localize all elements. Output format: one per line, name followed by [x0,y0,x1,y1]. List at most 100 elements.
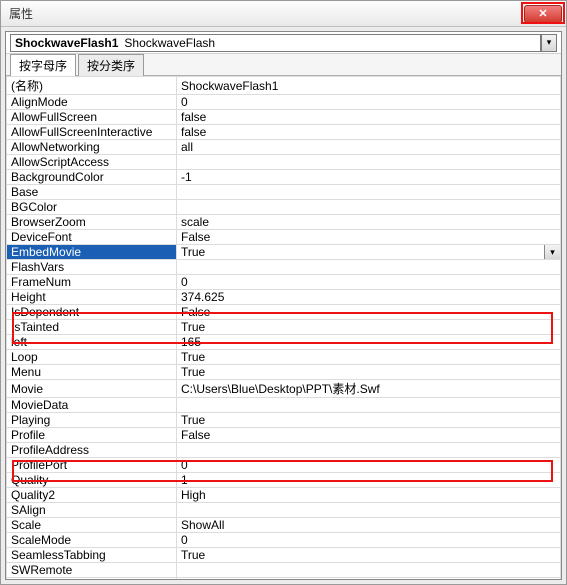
property-name-cell[interactable]: Profile [7,428,177,443]
property-grid[interactable]: (名称)ShockwaveFlash1AlignMode0AllowFullSc… [6,76,561,579]
property-name-cell[interactable]: Base [7,185,177,200]
property-name-cell[interactable]: AllowNetworking [7,140,177,155]
property-row[interactable]: Base [7,185,561,200]
property-value-cell[interactable] [177,563,561,578]
property-name-cell[interactable]: Quality [7,473,177,488]
property-name-cell[interactable]: EmbedMovie [7,245,177,260]
property-value-cell[interactable]: all [177,140,561,155]
property-row[interactable]: Height374.625 [7,290,561,305]
property-row[interactable]: IsTaintedTrue [7,320,561,335]
property-name-cell[interactable]: (名称) [7,77,177,95]
property-value-cell[interactable]: 0 [177,95,561,110]
property-row[interactable]: Quality1 [7,473,561,488]
property-name-cell[interactable]: Movie [7,380,177,398]
property-name-cell[interactable]: MovieData [7,398,177,413]
tab-alphabetical[interactable]: 按字母序 [10,54,76,76]
property-value-cell[interactable] [177,443,561,458]
property-name-cell[interactable]: IsTainted [7,320,177,335]
object-combo-dropdown[interactable]: ▾ [541,34,557,52]
property-row[interactable]: SWRemote [7,563,561,578]
property-name-cell[interactable]: SWRemote [7,563,177,578]
property-value-cell[interactable]: 0 [177,533,561,548]
property-value-cell[interactable]: C:\Users\Blue\Desktop\PPT\素材.Swf [177,380,561,398]
property-name-cell[interactable]: AllowFullScreen [7,110,177,125]
property-row[interactable]: LoopTrue [7,350,561,365]
property-value-cell[interactable]: True [177,413,561,428]
property-value-cell[interactable]: False [177,428,561,443]
property-row[interactable]: EmbedMovieTrue▾ [7,245,561,260]
property-value-cell[interactable]: High [177,488,561,503]
property-value-cell[interactable]: True [177,350,561,365]
property-row[interactable]: ProfilePort0 [7,458,561,473]
property-row[interactable]: AllowNetworkingall [7,140,561,155]
property-value-cell[interactable] [177,185,561,200]
property-row[interactable]: BGColor [7,200,561,215]
property-row[interactable]: IsDependentFalse [7,305,561,320]
property-name-cell[interactable]: BGColor [7,200,177,215]
property-row[interactable]: (名称)ShockwaveFlash1 [7,77,561,95]
property-name-cell[interactable]: left [7,335,177,350]
property-value-cell[interactable]: -1 [177,170,561,185]
object-combo[interactable]: ShockwaveFlash1 ShockwaveFlash [10,34,541,52]
property-row[interactable]: BackgroundColor-1 [7,170,561,185]
property-row[interactable]: AllowFullScreenfalse [7,110,561,125]
property-row[interactable]: FlashVars [7,260,561,275]
property-row[interactable]: MenuTrue [7,365,561,380]
property-row[interactable]: AllowFullScreenInteractivefalse [7,125,561,140]
property-value-cell[interactable] [177,398,561,413]
property-row[interactable]: ScaleMode0 [7,533,561,548]
property-value-cell[interactable]: True [177,320,561,335]
property-value-cell[interactable] [177,260,561,275]
property-row[interactable]: PlayingTrue [7,413,561,428]
property-name-cell[interactable]: Scale [7,518,177,533]
property-value-cell[interactable]: false [177,125,561,140]
property-name-cell[interactable]: DeviceFont [7,230,177,245]
property-name-cell[interactable]: AlignMode [7,95,177,110]
property-row[interactable]: AlignMode0 [7,95,561,110]
property-row[interactable]: MovieData [7,398,561,413]
property-row[interactable]: MovieC:\Users\Blue\Desktop\PPT\素材.Swf [7,380,561,398]
property-value-cell[interactable]: False [177,230,561,245]
property-row[interactable]: DeviceFontFalse [7,230,561,245]
property-value-cell[interactable]: 374.625 [177,290,561,305]
close-button[interactable]: ✕ [524,5,562,23]
property-row[interactable]: ScaleShowAll [7,518,561,533]
property-value-cell[interactable]: 0 [177,458,561,473]
property-name-cell[interactable]: AllowScriptAccess [7,155,177,170]
property-name-cell[interactable]: ScaleMode [7,533,177,548]
property-row[interactable]: Quality2High [7,488,561,503]
property-name-cell[interactable]: Quality2 [7,488,177,503]
property-value-cell[interactable]: True▾ [177,245,561,260]
property-row[interactable]: SeamlessTabbingTrue [7,548,561,563]
property-value-cell[interactable]: False [177,305,561,320]
property-name-cell[interactable]: IsDependent [7,305,177,320]
property-name-cell[interactable]: AllowFullScreenInteractive [7,125,177,140]
property-value-cell[interactable]: True [177,365,561,380]
chevron-down-icon[interactable]: ▾ [544,245,560,259]
property-value-cell[interactable]: false [177,110,561,125]
property-row[interactable]: ProfileAddress [7,443,561,458]
property-name-cell[interactable]: FrameNum [7,275,177,290]
property-value-cell[interactable]: 0 [177,275,561,290]
property-row[interactable]: SAlign [7,503,561,518]
tab-categorized[interactable]: 按分类序 [78,54,144,76]
property-name-cell[interactable]: FlashVars [7,260,177,275]
property-name-cell[interactable]: Height [7,290,177,305]
property-name-cell[interactable]: SAlign [7,503,177,518]
property-value-cell[interactable]: ShockwaveFlash1 [177,77,561,95]
property-row[interactable]: left165 [7,335,561,350]
property-value-cell[interactable]: 81.12504 [177,578,561,580]
property-value-cell[interactable]: 1 [177,473,561,488]
property-name-cell[interactable]: Playing [7,413,177,428]
property-name-cell[interactable]: Menu [7,365,177,380]
property-value-cell[interactable] [177,503,561,518]
property-name-cell[interactable]: BrowserZoom [7,215,177,230]
property-row[interactable]: top81.12504 [7,578,561,580]
property-value-cell[interactable]: ShowAll [177,518,561,533]
property-name-cell[interactable]: Loop [7,350,177,365]
property-name-cell[interactable]: ProfilePort [7,458,177,473]
property-row[interactable]: ProfileFalse [7,428,561,443]
property-name-cell[interactable]: BackgroundColor [7,170,177,185]
property-row[interactable]: AllowScriptAccess [7,155,561,170]
property-value-cell[interactable]: True [177,548,561,563]
